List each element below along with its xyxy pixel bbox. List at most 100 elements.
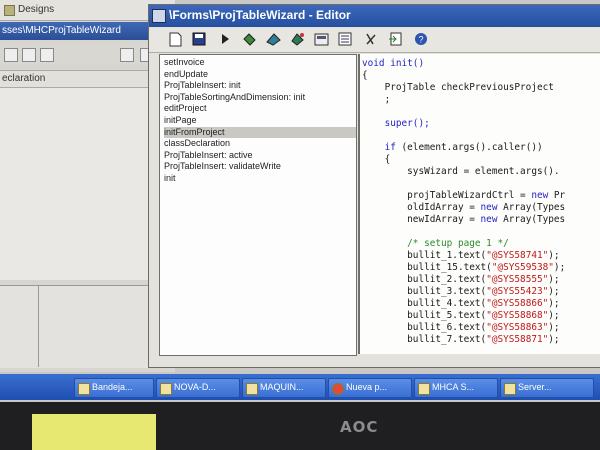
code-line: bullit_7.text("@SYS58871");: [362, 334, 560, 345]
declaration-label: eclaration: [2, 73, 46, 84]
import-icon[interactable]: [387, 31, 403, 47]
pane-divider: [38, 285, 39, 367]
editor-toolbar: ?: [149, 28, 600, 53]
method-list-item[interactable]: editProject: [164, 103, 356, 115]
code-string: "@SYS58741": [486, 250, 549, 261]
list-icon[interactable]: [337, 31, 353, 47]
code-text-segment: );: [548, 310, 560, 321]
taskbar-item-label: NOVA-D...: [174, 382, 216, 392]
code-text[interactable]: void init() { ProjTable checkPreviousPro…: [360, 54, 600, 346]
browser-icon: [332, 383, 344, 395]
code-text-segment: bullit_6.text(: [362, 322, 487, 333]
taskbar-item[interactable]: MHCA S...: [414, 378, 498, 398]
code-text-segment: bullit_1.text(: [362, 250, 487, 261]
editor-window-icon: [152, 9, 166, 23]
folder-icon: [246, 383, 258, 395]
code-text-segment: bullit_2.text(: [362, 274, 487, 285]
editor-window: \Forms\ProjTableWizard - Editor ? setInv…: [148, 4, 600, 368]
taskbar-item-label: Server...: [518, 382, 552, 392]
sticky-note: [32, 414, 156, 450]
code-text-segment: bullit_7.text(: [362, 334, 487, 345]
code-line: projTableWizardCtrl =: [362, 190, 532, 201]
code-bullit-lines: bullit_1.text("@SYS58741"); bullit_15.te…: [362, 250, 565, 345]
code-text-segment: bullit_3.text(: [362, 286, 487, 297]
code-string: "@SYS58866": [486, 298, 549, 309]
help-icon[interactable]: ?: [413, 31, 429, 47]
taskbar-item[interactable]: Nueva p...: [328, 378, 412, 398]
method-list-item[interactable]: initPage: [164, 115, 356, 127]
method-list-item[interactable]: ProjTableInsert: active: [164, 150, 356, 162]
code-text-segment: );: [548, 334, 560, 345]
code-string: "@SYS58868": [486, 310, 549, 321]
code-line: void init(): [362, 58, 425, 69]
code-text-segment: );: [553, 262, 566, 273]
background-window-title: Designs: [18, 4, 55, 15]
folder-icon: [160, 383, 172, 395]
method-list-item[interactable]: init: [164, 173, 356, 185]
taskbar-item-label: Bandeja...: [92, 382, 133, 392]
code-line: bullit_3.text("@SYS55423");: [362, 286, 560, 297]
taskbar-item[interactable]: MAQUIN...: [242, 378, 326, 398]
code-line: ;: [362, 94, 391, 105]
code-line: {: [362, 154, 391, 165]
method-list-items: setInvoice endUpdate ProjTableInsert: init…: [160, 55, 356, 185]
folder-icon: [78, 383, 90, 395]
editor-titlebar[interactable]: \Forms\ProjTableWizard - Editor: [149, 5, 600, 27]
monitor-brand-logo: AOC: [340, 418, 379, 436]
properties-icon[interactable]: [313, 31, 329, 47]
new-icon[interactable]: [167, 31, 183, 47]
background-lower-pane[interactable]: [0, 285, 160, 368]
code-text-segment: bullit_4.text(: [362, 298, 487, 309]
code-line: sysWizard = element.args().: [362, 166, 560, 177]
code-line: Pr: [548, 190, 566, 201]
run-icon[interactable]: [217, 31, 233, 47]
code-keyword: if: [362, 142, 396, 153]
taskbar-item[interactable]: Server...: [500, 378, 594, 398]
lookup-icon[interactable]: [265, 31, 281, 47]
method-list-item[interactable]: ProjTableInsert: validateWrite: [164, 161, 356, 173]
code-line: bullit_5.text("@SYS58868");: [362, 310, 560, 321]
background-tree-pane[interactable]: [0, 88, 161, 280]
app-icon: [504, 383, 516, 395]
code-text-segment: bullit_15.text(: [362, 262, 492, 273]
background-tab-label: sses\MHCProjTableWizard: [2, 25, 121, 36]
code-line: Array(Types: [497, 202, 566, 213]
taskbar-item-label: MAQUIN...: [260, 382, 304, 392]
method-list-item[interactable]: ProjTableSortingAndDimension: init: [164, 92, 356, 104]
save-icon[interactable]: [191, 31, 207, 47]
windows-taskbar: Bandeja... NOVA-D... MAQUIN... Nueva p..…: [0, 374, 600, 400]
method-list-item[interactable]: endUpdate: [164, 69, 356, 81]
code-line: bullit_1.text("@SYS58741");: [362, 250, 560, 261]
folder-icon: [4, 5, 15, 16]
refresh-icon[interactable]: [363, 31, 379, 47]
breakpoint-icon[interactable]: [289, 31, 305, 47]
code-text-segment: );: [548, 298, 560, 309]
code-text-segment: );: [548, 322, 560, 333]
tool-icon[interactable]: [120, 48, 134, 62]
compile-icon[interactable]: [241, 31, 257, 47]
code-string: "@SYS59538": [491, 262, 554, 273]
code-text-segment: );: [548, 250, 560, 261]
code-keyword: new: [531, 190, 549, 201]
code-line: bullit_6.text("@SYS58863");: [362, 322, 560, 333]
code-keyword: new: [480, 214, 498, 225]
code-text-segment: );: [548, 286, 560, 297]
method-list[interactable]: setInvoice endUpdate ProjTableInsert: init…: [159, 54, 357, 356]
tool-icon[interactable]: [40, 48, 54, 62]
code-text-segment: bullit_5.text(: [362, 310, 487, 321]
svg-text:?: ?: [419, 35, 424, 45]
close-icon[interactable]: [4, 48, 18, 62]
code-editor[interactable]: void init() { ProjTable checkPreviousPro…: [358, 54, 600, 354]
code-string: "@SYS58863": [486, 322, 549, 333]
method-list-item[interactable]: classDeclaration: [164, 138, 356, 150]
taskbar-item[interactable]: NOVA-D...: [156, 378, 240, 398]
method-list-item[interactable]: ProjTableInsert: init: [164, 80, 356, 92]
code-line: newIdArray =: [362, 214, 481, 225]
method-list-item[interactable]: setInvoice: [164, 57, 356, 69]
taskbar-item[interactable]: Bandeja...: [74, 378, 154, 398]
method-list-item[interactable]: initFromProject: [164, 126, 356, 139]
tool-icon[interactable]: [22, 48, 36, 62]
code-keyword: new: [480, 202, 498, 213]
desktop-screen: Designs sses\MHCProjTableWizard eclarati…: [0, 0, 600, 402]
code-line: super();: [362, 118, 430, 129]
